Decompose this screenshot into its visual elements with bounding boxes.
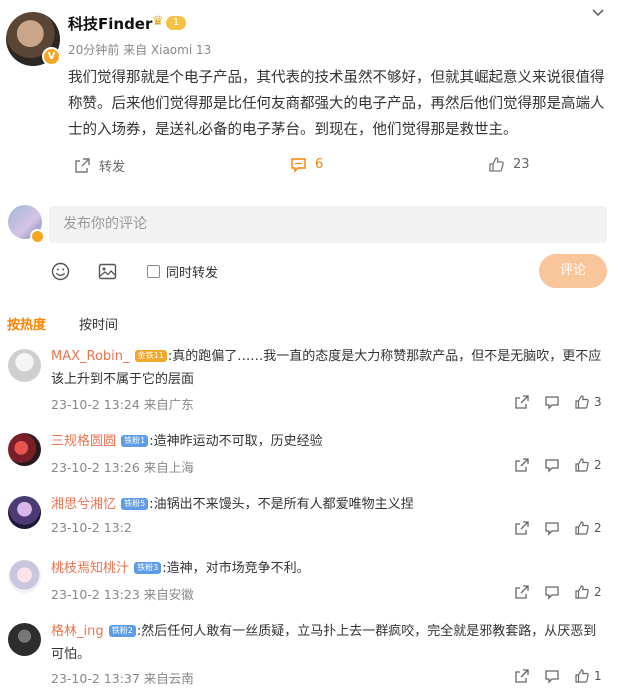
repost-icon [74,157,91,174]
also-repost-toggle[interactable]: 同时转发 [147,262,218,281]
like-button[interactable]: 23 [488,156,530,173]
comment-time: 23-10-2 13:26 来自上海 [51,460,194,475]
comment-item: 格林_ing 铁粉2:然后任何人敢有一丝质疑，立马扑上去一群疯咬，完全就是邪教套… [51,620,609,666]
reply-icon[interactable] [544,394,560,410]
commenter-avatar[interactable] [8,560,41,593]
image-icon [98,262,117,285]
thumbs-up-icon [488,156,505,173]
commenter-avatar[interactable] [8,433,41,466]
comment-item: 桃枝焉知桃汁 铁粉3:造神，对市场竞争不利。 [51,557,609,580]
emoji-button[interactable] [51,262,70,285]
chevron-down-icon[interactable] [591,6,605,22]
reply-icon[interactable] [544,457,560,473]
thumbs-up-icon[interactable] [574,668,590,684]
fan-badge: 铁粉2 [108,625,136,637]
commenter-name[interactable]: MAX_Robin_ [51,349,130,364]
comment-like-count: 2 [594,458,602,472]
comment-actions: 3 [500,394,602,410]
crown-icon: ♛ [152,14,164,29]
fan-badge: 铁粉1 [121,435,149,447]
comment-time: 23-10-2 13:2 [51,520,132,535]
image-button[interactable] [98,262,117,285]
post-meta: 20分钟前 来自 Xiaomi 13 [68,43,212,57]
comment-like-count: 2 [594,521,602,535]
also-repost-label: 同时转发 [166,266,219,281]
reply-icon[interactable] [544,668,560,684]
level-badge: 1 [166,16,186,30]
my-verified-badge [30,229,45,244]
thumbs-up-icon[interactable] [574,520,590,536]
reply-icon[interactable] [544,584,560,600]
comment-item: 三规格圆圆 铁粉1:造神昨运动不可取，历史经验 [51,430,609,453]
share-icon[interactable] [514,668,530,684]
thumbs-up-icon[interactable] [574,584,590,600]
sort-by-time-tab[interactable]: 按时间 [79,314,118,333]
commenter-avatar[interactable] [8,496,41,529]
comment-time: 23-10-2 13:24 来自广东 [51,397,194,412]
author-name[interactable]: 科技Finder [68,13,152,34]
submit-comment-button[interactable]: 评论 [539,254,607,288]
comment-input[interactable]: 发布你的评论 [49,206,607,243]
commenter-name[interactable]: 湘思兮湘忆 [51,497,116,512]
comment-time: 23-10-2 13:37 来自云南 [51,671,194,686]
reply-icon[interactable] [544,520,560,536]
comment-count: 6 [315,157,324,172]
commenter-avatar[interactable] [8,623,41,656]
comment-like-count: 2 [594,585,602,599]
repost-button[interactable]: 转发 [74,156,125,175]
fan-badge: 铁粉5 [121,498,149,510]
sort-by-hot-tab[interactable]: 按热度 [7,314,46,333]
also-repost-checkbox[interactable] [147,265,160,278]
verified-badge: V [42,47,61,66]
comment-like-count: 1 [594,669,602,683]
share-icon[interactable] [514,457,530,473]
thumbs-up-icon[interactable] [574,394,590,410]
thumbs-up-icon[interactable] [574,457,590,473]
comment-like-count: 3 [594,395,602,409]
post-body: 我们觉得那就是个电子产品，其代表的技术虽然不够好，但就其崛起意义来说很值得称赞。… [68,70,605,138]
commenter-name[interactable]: 三规格圆圆 [51,434,116,449]
comment-text: :真的跑偏了……我一直的态度是大力称赞那款产品，但不是无脑吹，更不应该上升到不属… [51,349,602,387]
comment-actions: 2 [500,584,602,600]
share-icon[interactable] [514,520,530,536]
comment-time: 23-10-2 13:23 来自安徽 [51,587,194,602]
comment-item: MAX_Robin_ 金铁11:真的跑偏了……我一直的态度是大力称赞那款产品，但… [51,345,609,391]
comment-text: :造神，对市场竞争不利。 [162,561,310,576]
emoji-icon [51,262,70,285]
comment-button[interactable]: 6 [290,156,323,173]
like-count: 23 [513,157,530,172]
comment-actions: 1 [500,668,602,684]
commenter-name[interactable]: 桃枝焉知桃汁 [51,561,129,576]
comment-item: 湘思兮湘忆 铁粉5:油锅出不来馒头，不是所有人都爱唯物主义捏 [51,493,609,516]
share-icon[interactable] [514,584,530,600]
fan-badge: 铁粉3 [134,562,162,574]
fan-badge: 金铁11 [134,350,167,362]
comment-actions: 2 [500,520,602,536]
comment-actions: 2 [500,457,602,473]
repost-label: 转发 [99,160,126,175]
comment-icon [290,156,307,173]
comment-text: :造神昨运动不可取，历史经验 [149,434,323,449]
commenter-name[interactable]: 格林_ing [51,624,104,639]
commenter-avatar[interactable] [8,349,41,382]
share-icon[interactable] [514,394,530,410]
comment-text: :油锅出不来馒头，不是所有人都爱唯物主义捏 [149,497,414,512]
